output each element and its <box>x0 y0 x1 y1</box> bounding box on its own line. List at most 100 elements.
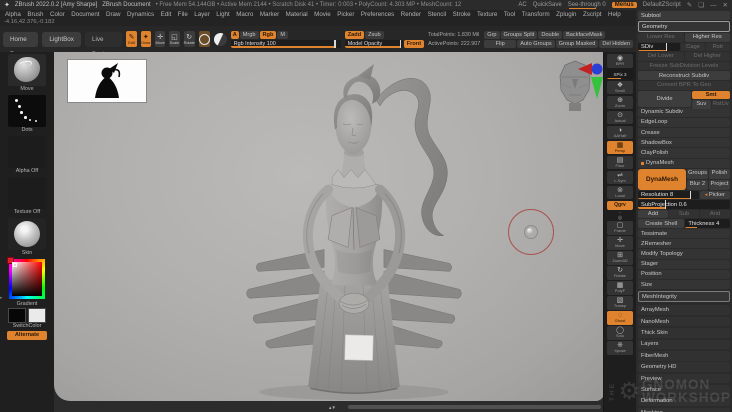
a-toggle[interactable]: A <box>230 30 239 39</box>
add-toggle[interactable]: Add <box>638 209 668 219</box>
blur-slider[interactable]: Blur 2 <box>687 179 708 190</box>
alpha-selector[interactable]: Alpha Off <box>6 136 48 175</box>
sub-toggle[interactable]: Sub <box>669 209 699 219</box>
menu-item[interactable]: Marker <box>260 11 279 18</box>
saturation-square[interactable] <box>12 262 42 296</box>
panel-section-header[interactable]: Size <box>638 280 730 290</box>
menu-item[interactable]: File <box>178 11 188 18</box>
menu-item[interactable]: Brush <box>27 11 43 18</box>
minimize-icon[interactable]: — <box>710 2 717 9</box>
convert-bpr-button[interactable]: Convert BPR To Geo <box>638 80 730 90</box>
close-icon[interactable]: ✕ <box>723 1 728 9</box>
doc-icon[interactable]: ❏ <box>698 1 704 9</box>
menu-item[interactable]: Draw <box>106 11 120 18</box>
mrgb-button[interactable]: Mrgb <box>239 30 259 39</box>
panel-section-header[interactable]: Layers <box>638 339 730 350</box>
menu-item[interactable]: Material <box>286 11 308 18</box>
brush-selector[interactable]: Move <box>6 54 48 93</box>
menu-item[interactable]: Dynamics <box>127 11 154 18</box>
right-shelf-button[interactable]: ↻ Rotate <box>607 266 633 280</box>
right-shelf-button[interactable]: SPix 3 <box>607 69 633 79</box>
material-selector[interactable]: Skin <box>6 218 48 257</box>
menu-item[interactable]: Stencil <box>428 11 447 18</box>
right-shelf-button[interactable]: ⊙ Actual <box>607 110 633 124</box>
rgb-button[interactable]: Rgb <box>259 30 277 39</box>
m-button[interactable]: M <box>277 30 289 39</box>
panel-section-header[interactable]: ShadowBox <box>638 138 730 148</box>
main-color-swatch[interactable] <box>8 308 26 323</box>
right-shelf-button[interactable]: ▤ Floor <box>607 155 633 169</box>
right-shelf-button[interactable]: ◌ Ghost <box>607 311 633 325</box>
panel-section-header[interactable]: Stager <box>638 259 730 269</box>
live-boolean-button[interactable]: Live Boolean <box>84 31 123 58</box>
freeze-subdiv-button[interactable]: Freeze SubDivision Levels <box>638 61 730 71</box>
groups-toggle[interactable]: Groups <box>687 168 708 179</box>
panel-section-header[interactable]: ClayPolish <box>638 148 730 158</box>
rstr-button[interactable]: Rstr <box>706 42 730 52</box>
sdiv-slider[interactable]: SDiv <box>638 42 680 52</box>
menu-item[interactable]: Document <box>71 11 99 18</box>
del-higher-button[interactable]: Del Higher <box>684 52 730 61</box>
menu-item[interactable]: Transform <box>522 11 550 18</box>
panel-section-header[interactable]: Surface <box>638 385 730 395</box>
right-shelf-button[interactable]: ◑ AAHalf <box>607 125 633 139</box>
menu-item[interactable]: Light <box>216 11 229 18</box>
panel-section-header[interactable]: Masking <box>638 407 730 412</box>
zadd-button[interactable]: Zadd <box>344 30 365 39</box>
right-shelf-button[interactable]: ▦ Persp <box>607 140 633 154</box>
menu-item[interactable]: Movie <box>314 11 331 18</box>
switchcolor-label[interactable]: SwitchColor <box>6 323 48 330</box>
menu-item[interactable]: Macro <box>236 11 253 18</box>
draw-mode-button[interactable]: ✦ Draw <box>140 31 151 47</box>
panel-section-header[interactable]: Tessimate <box>638 229 730 239</box>
texture-selector[interactable]: Texture Off <box>6 177 48 216</box>
ac-toggle[interactable]: AC <box>518 2 526 8</box>
right-shelf-button[interactable]: ❖ Scroll <box>607 80 633 94</box>
menu-item[interactable]: Preferences <box>361 11 394 18</box>
move-mode-button[interactable]: ✛ Move <box>154 31 166 47</box>
menu-item[interactable]: Alpha <box>5 11 21 18</box>
auto-groups-button[interactable]: Auto Groups <box>517 39 555 48</box>
panel-section-header[interactable]: Thick Skin <box>638 328 730 338</box>
menu-item[interactable]: Stroke <box>453 11 471 18</box>
menu-item[interactable]: Help <box>608 11 621 18</box>
panel-section-header[interactable]: Dynamic Subdiv <box>638 107 730 117</box>
bottom-tray-bar[interactable] <box>348 405 601 409</box>
resolution-slider[interactable]: Resolution 8 <box>638 190 699 200</box>
create-shell-button[interactable]: Create Shell <box>638 219 685 229</box>
menu-item[interactable]: Render <box>401 11 421 18</box>
secondary-color-swatch[interactable] <box>28 308 46 323</box>
pen-icon[interactable]: ✎ <box>687 1 692 9</box>
menu-item[interactable]: Color <box>50 11 65 18</box>
right-shelf-button[interactable]: ※ Xpose <box>607 341 633 355</box>
material-sphere-button[interactable] <box>213 31 227 47</box>
geometry-palette-header[interactable]: Geometry <box>638 21 730 32</box>
panel-section-header[interactable]: Preview <box>638 373 730 384</box>
lower-res-button[interactable]: Lower Res <box>638 33 684 42</box>
higher-res-button[interactable]: Higher Res <box>684 33 730 42</box>
smt-toggle[interactable]: Smt <box>692 90 730 100</box>
menu-item[interactable]: Picker <box>337 11 354 18</box>
see-through-slider[interactable]: See-through 0 <box>568 2 606 9</box>
backface-mask-button[interactable]: BackfaceMask <box>563 30 606 39</box>
silhouette-preview[interactable] <box>68 60 146 102</box>
del-hidden-button[interactable]: Del Hidden <box>599 39 633 48</box>
mesh-integrity-button[interactable]: MeshIntegrity <box>638 291 730 303</box>
right-shelf-button[interactable]: ⊕ Zoom <box>607 95 633 109</box>
thickness-slider[interactable]: Thickness 4 <box>685 219 730 229</box>
color-picker[interactable] <box>6 257 48 299</box>
menus-toggle[interactable]: Menus <box>611 2 637 8</box>
menu-item[interactable]: Zplugin <box>556 11 576 18</box>
quicksave-button[interactable]: QuickSave <box>533 2 562 8</box>
del-lower-button[interactable]: Del Lower <box>638 52 684 61</box>
menu-item[interactable]: Edit <box>161 11 172 18</box>
right-shelf-button[interactable]: ▧ Transp <box>607 296 633 310</box>
shelf-divider-handle[interactable]: ▸ <box>0 295 3 301</box>
project-toggle[interactable]: Project <box>709 179 730 190</box>
cage-button[interactable]: Cage <box>681 42 705 52</box>
right-shelf-button[interactable]: ⊚ Local <box>607 185 633 199</box>
reconstruct-subdiv-button[interactable]: Reconstruct Subdiv <box>638 71 730 80</box>
right-shelf-button[interactable]: ⊞ Zoom3D <box>607 251 633 265</box>
menu-item[interactable]: Tool <box>504 11 515 18</box>
polish-toggle[interactable]: Polish <box>709 168 730 179</box>
